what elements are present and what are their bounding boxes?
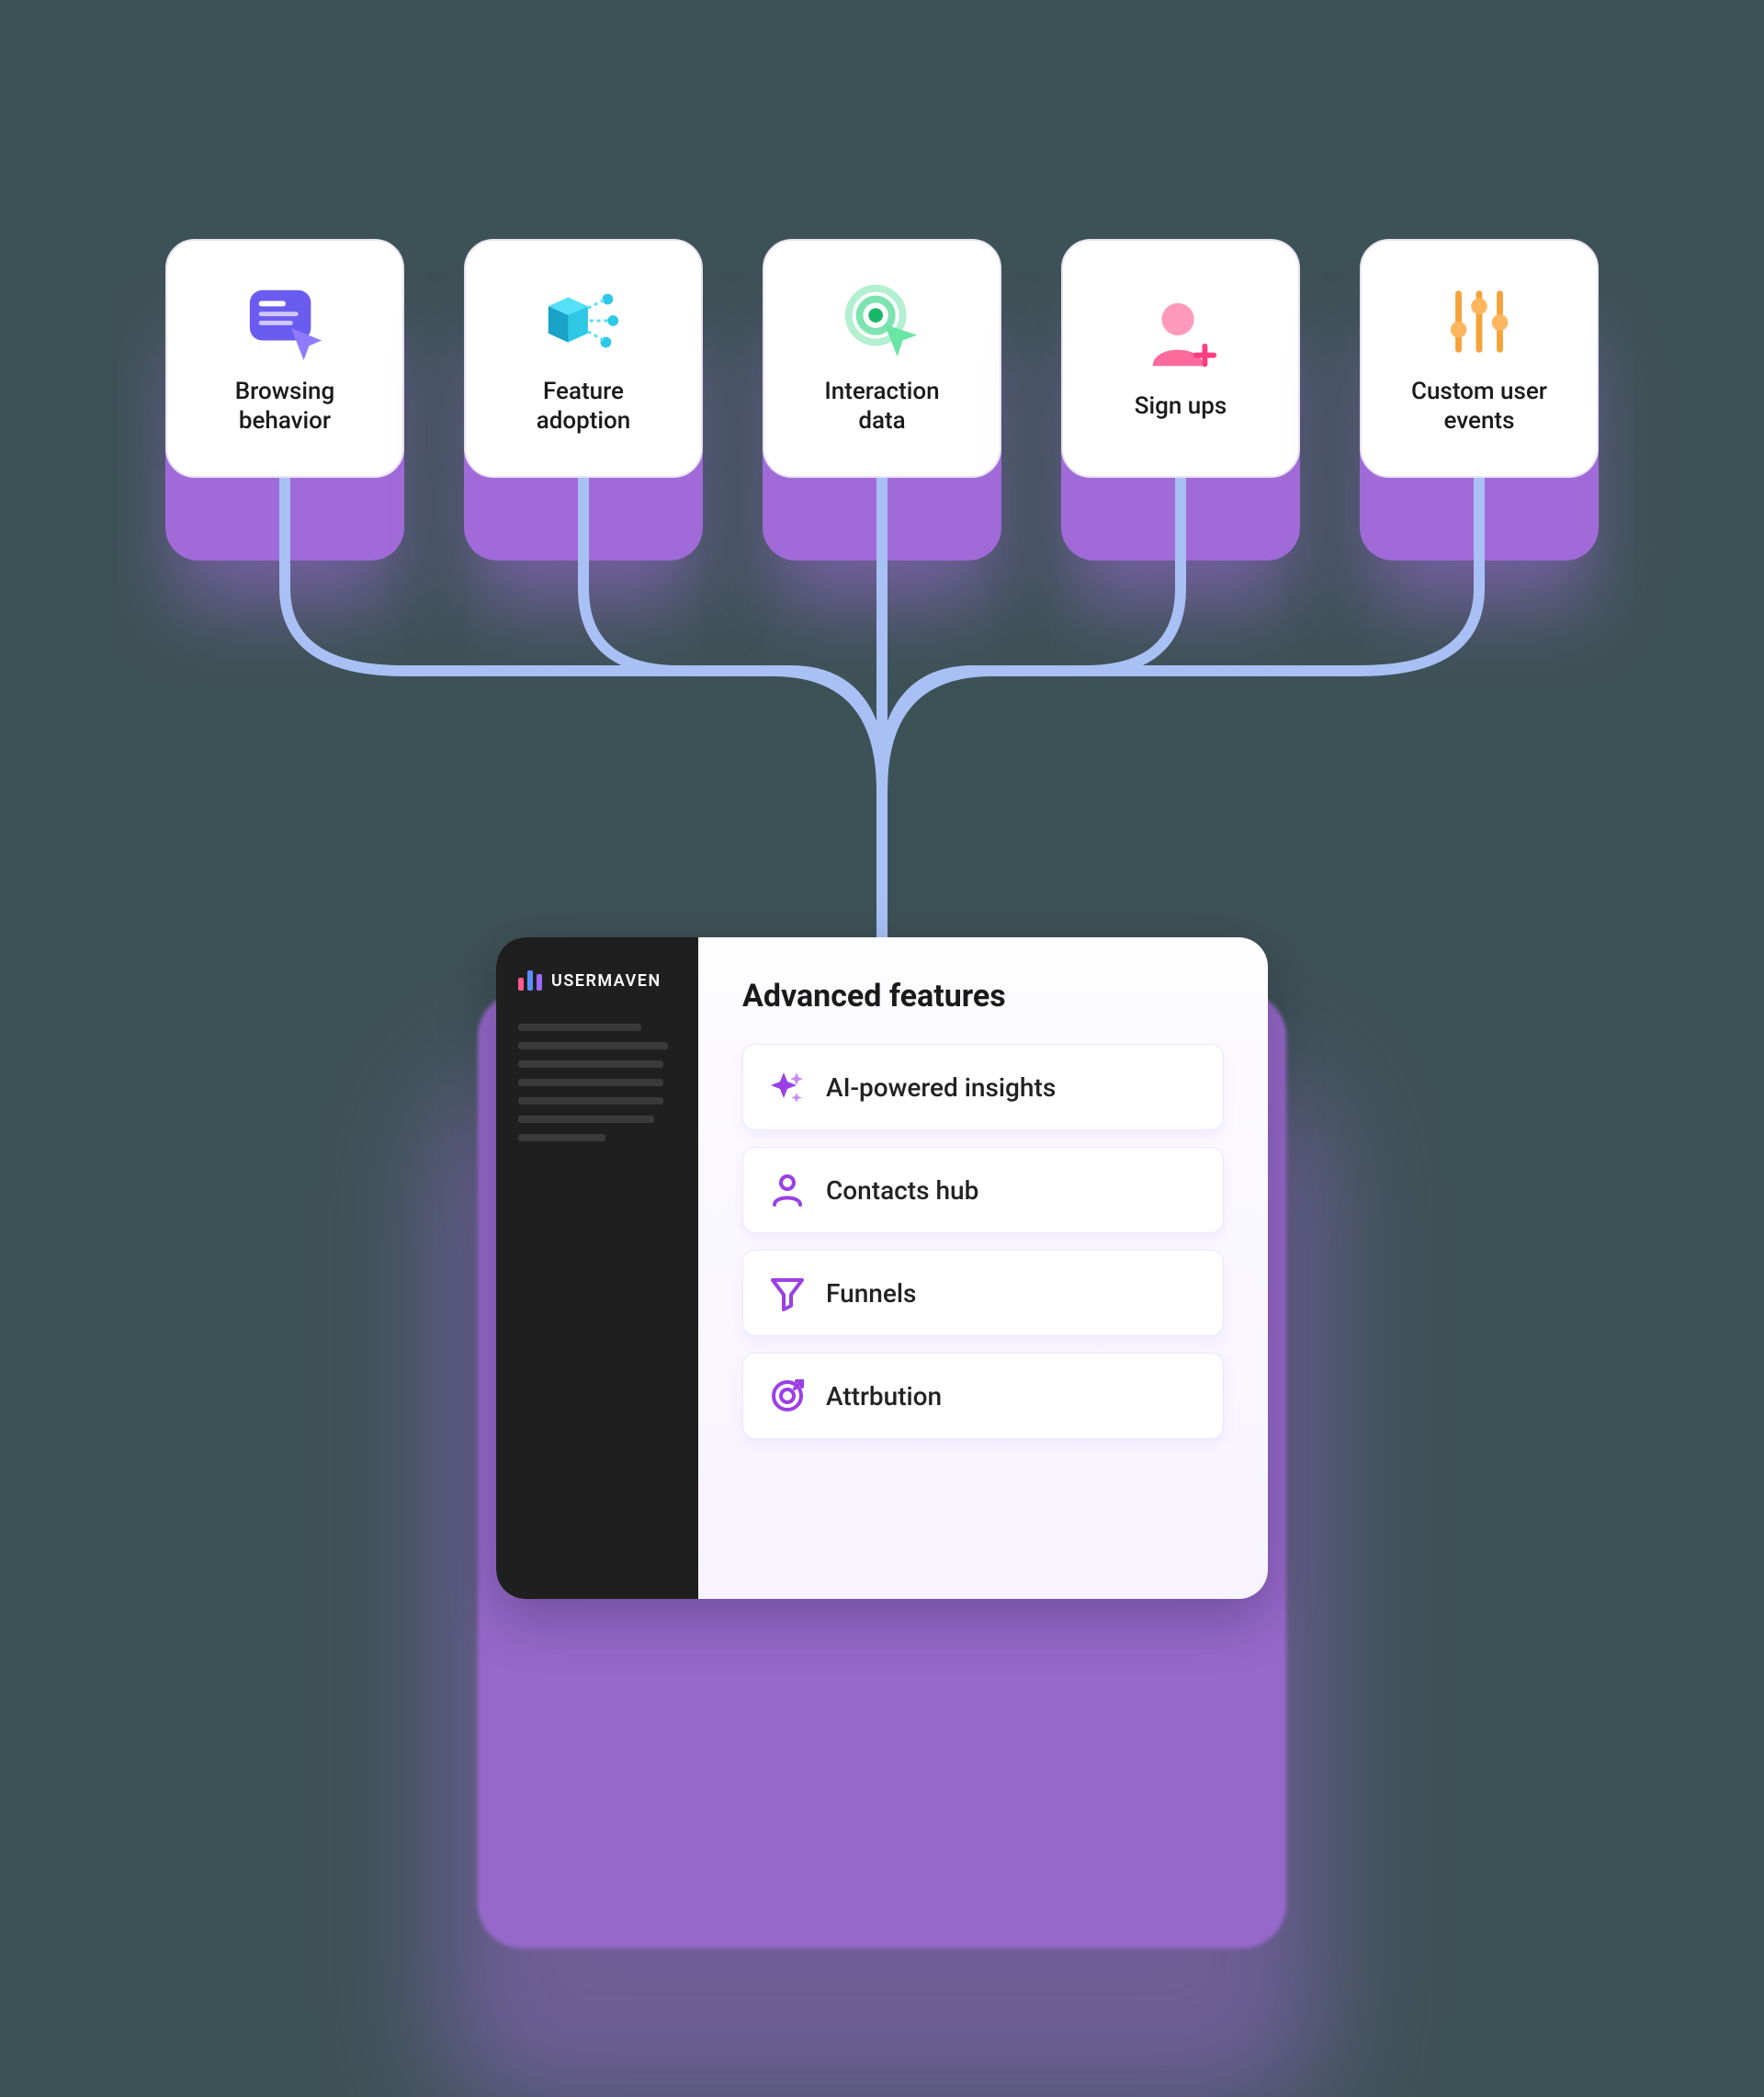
panel-title: Advanced features [742,978,1224,1014]
source-label: Custom userevents [1411,377,1547,436]
source-feature-adoption: Featureadoption [464,239,703,524]
sliders-icon [1439,281,1520,362]
person-plus-icon [1140,296,1221,377]
source-interaction-data: Interactiondata [763,239,1001,524]
funnel-icon [769,1275,806,1311]
feature-list: AI-powered insights Contacts hub [742,1044,1224,1439]
feature-contacts-hub: Contacts hub [742,1147,1224,1233]
source-browsing-behavior: Browsingbehavior [165,239,404,524]
feature-label: AI-powered insights [826,1072,1056,1103]
source-custom-user-events: Custom userevents [1360,239,1599,524]
sidebar-placeholders [518,1024,676,1141]
source-sign-ups: Sign ups [1061,239,1300,524]
brand-logo: USERMAVEN [518,970,676,991]
diagram-stage: Browsingbehavior Featureadopt [165,239,1599,1985]
target-icon [769,1377,806,1414]
feature-label: Contacts hub [826,1175,978,1206]
cube-nodes-icon [543,281,624,362]
person-icon [769,1172,806,1208]
source-label: Sign ups [1135,391,1227,422]
feature-attribution: Attrbution [742,1353,1224,1439]
feature-ai-insights: AI-powered insights [742,1044,1224,1130]
brand-bars-icon [518,970,542,991]
panel-sidebar: USERMAVEN [496,937,698,1599]
source-label: Featureadoption [537,377,631,436]
brand-name: USERMAVEN [551,971,662,991]
feature-funnels: Funnels [742,1250,1224,1336]
source-label: Browsingbehavior [235,377,335,436]
feature-label: Attrbution [826,1381,942,1411]
source-label: Interactiondata [824,377,939,436]
window-cursor-icon [244,281,325,362]
advanced-features-panel: USERMAVEN Advanced features [496,937,1268,1599]
radar-cursor-icon [842,281,922,362]
panel-main: Advanced features AI-powered insights [698,937,1268,1599]
source-row: Browsingbehavior Featureadopt [165,239,1599,524]
feature-label: Funnels [826,1278,916,1309]
sparkle-icon [769,1069,806,1105]
